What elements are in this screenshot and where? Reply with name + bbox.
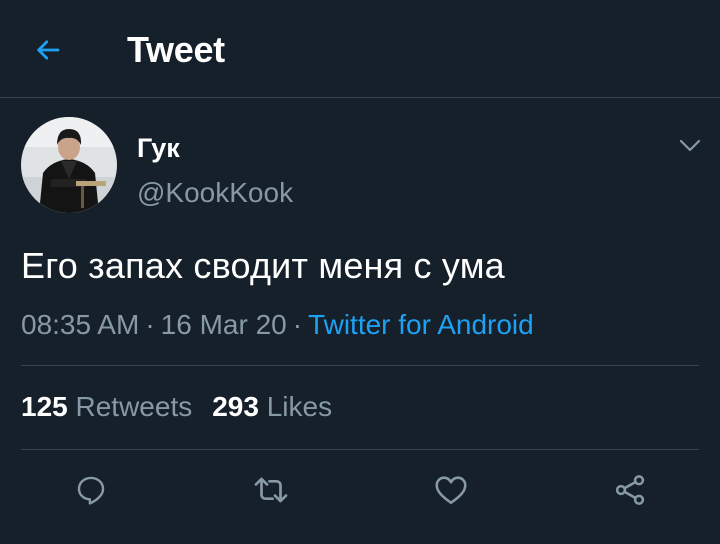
reply-button[interactable] [71, 470, 111, 510]
top-bar: Tweet [0, 0, 720, 98]
tweet-date: 16 Mar 20 [160, 309, 287, 340]
retweet-icon [254, 477, 288, 503]
author-name[interactable]: Гук [137, 132, 180, 164]
avatar[interactable] [21, 117, 117, 213]
divider [21, 449, 699, 450]
tweet-time: 08:35 AM [21, 309, 140, 340]
likes-label: Likes [266, 391, 333, 422]
reply-icon [77, 476, 105, 505]
arrow-left-icon [37, 40, 60, 60]
retweet-button[interactable] [251, 470, 291, 510]
likes-stat[interactable]: 293 Likes [212, 390, 332, 424]
page-title: Tweet [127, 29, 225, 70]
like-icon [435, 476, 467, 505]
retweets-count: 125 [21, 391, 68, 422]
likes-count: 293 [212, 391, 259, 422]
back-button[interactable] [30, 32, 66, 68]
tweet-text: Его запах сводит меня с ума [21, 245, 505, 286]
author-handle[interactable]: @KookKook [137, 176, 293, 210]
more-options-button[interactable] [674, 130, 706, 162]
retweets-stat[interactable]: 125 Retweets [21, 390, 192, 424]
user-avatar-photo [21, 117, 117, 213]
meta-separator: · [145, 309, 155, 340]
divider [21, 365, 699, 366]
tweet-stats: 125 Retweets 293 Likes [21, 390, 332, 424]
retweets-label: Retweets [75, 391, 193, 422]
share-button[interactable] [610, 470, 650, 510]
chevron-down-icon [679, 139, 701, 152]
meta-separator: · [292, 309, 303, 340]
like-button[interactable] [431, 470, 471, 510]
tweet-source-link[interactable]: Twitter for Android [308, 309, 534, 340]
tweet-meta: 08:35 AM · 16 Mar 20 · Twitter for Android [21, 308, 534, 342]
share-icon [615, 475, 645, 505]
